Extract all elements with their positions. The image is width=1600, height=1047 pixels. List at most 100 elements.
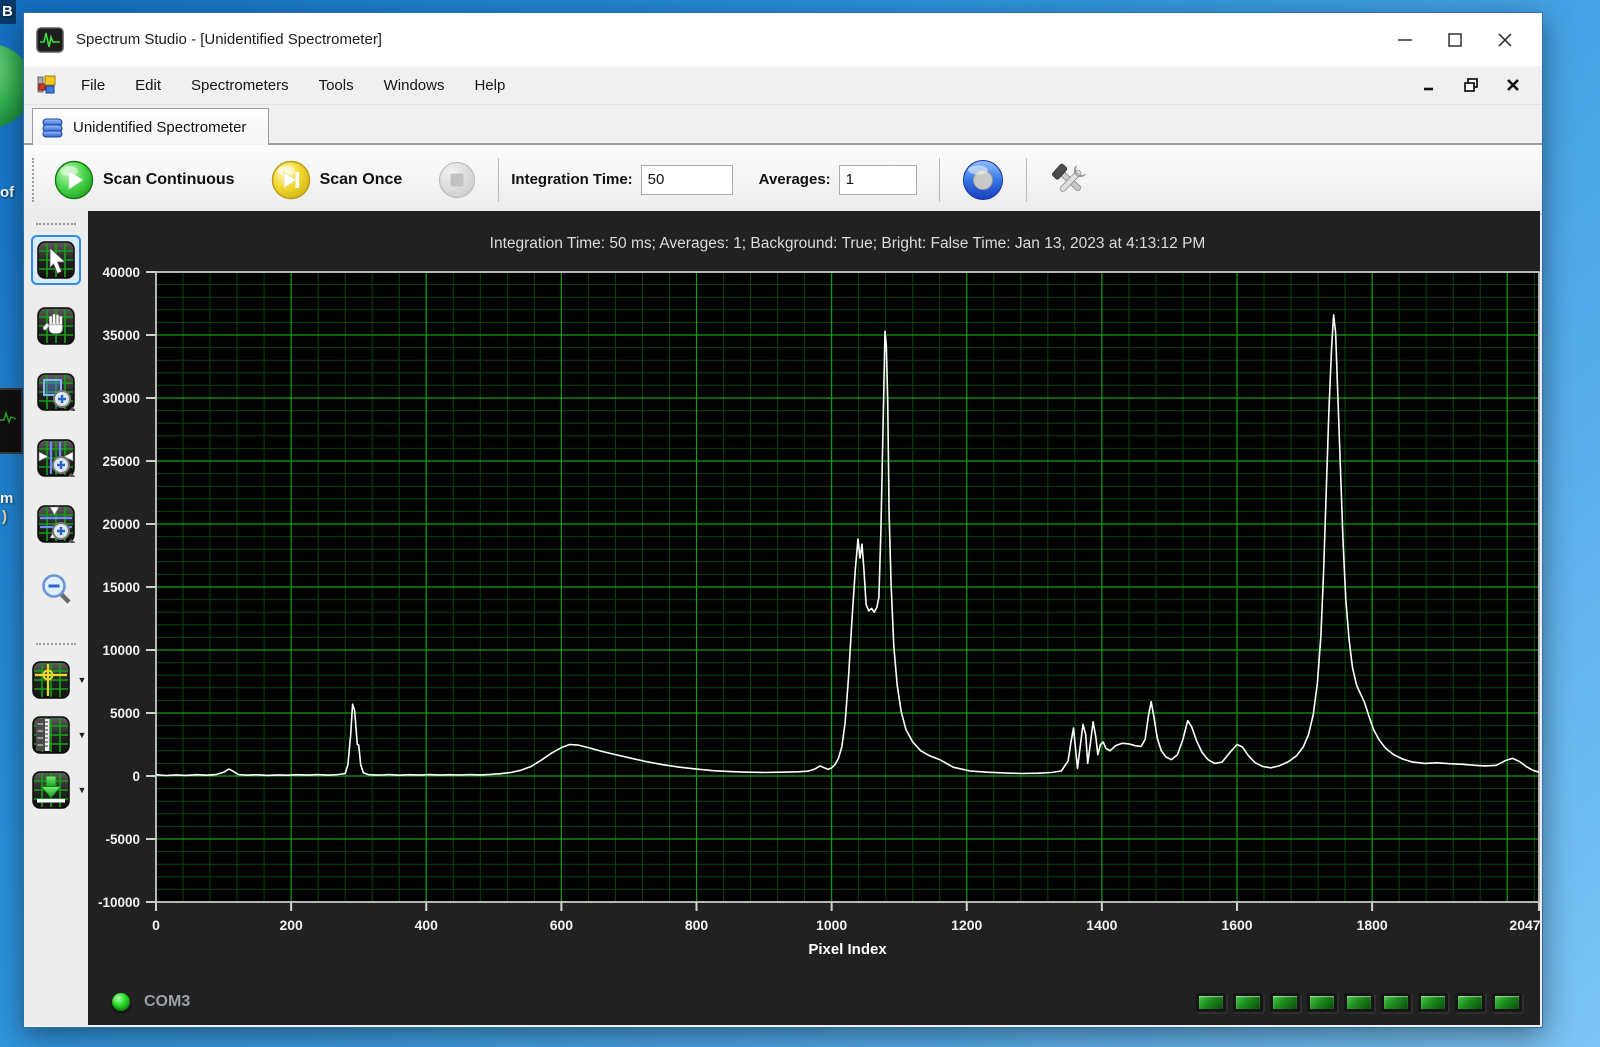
workspace: ▼ ▼ ▼ Integration Time: 50 ms; Averages:… — [24, 211, 1540, 1025]
y-tick-label: 0 — [132, 769, 140, 784]
crosshair-cursor-tool-button[interactable] — [26, 655, 76, 705]
save-download-icon — [31, 771, 70, 809]
status-led — [1381, 992, 1411, 1012]
stop-button[interactable] — [428, 155, 486, 205]
y-tick-label: 25000 — [102, 454, 140, 469]
chart-toolstrip: ▼ ▼ ▼ — [24, 211, 88, 1025]
spectrum-plot[interactable]: 4000035000300002500020000150001000050000… — [88, 211, 1540, 971]
zoom-vertical-tool-button[interactable] — [31, 499, 81, 549]
dropdown-arrow-icon[interactable]: ▼ — [78, 785, 87, 795]
dropdown-arrow-icon[interactable]: ▼ — [78, 730, 87, 740]
averages-label: Averages: — [758, 171, 831, 188]
tools-icon — [1051, 163, 1086, 192]
play-icon — [54, 160, 94, 199]
save-tool-button[interactable] — [26, 765, 76, 815]
status-led — [1270, 992, 1300, 1012]
tab-unidentified-spectrometer[interactable]: Unidentified Spectrometer — [32, 108, 270, 145]
toolstrip-separator — [36, 643, 76, 645]
desktop-icon-label: m — [0, 490, 14, 507]
x-tick-label: 1400 — [1086, 917, 1117, 933]
title-bar[interactable]: Spectrum Studio - [Unidentified Spectrom… — [24, 13, 1542, 66]
x-tick-label: 1800 — [1357, 917, 1388, 933]
mdi-close-button[interactable] — [1502, 74, 1524, 96]
zoom-out-tool-button[interactable] — [31, 565, 81, 615]
y-tick-label: 15000 — [102, 580, 140, 595]
desktop-icon-label: ) — [2, 508, 7, 525]
y-tick-label: -5000 — [105, 832, 140, 847]
integration-time-input[interactable] — [640, 164, 733, 195]
settings-tools-button[interactable] — [1039, 153, 1101, 207]
scan-continuous-button[interactable]: Scan Continuous — [44, 154, 245, 206]
y-tick-label: 20000 — [102, 517, 140, 532]
mdi-minimize-icon — [1424, 87, 1433, 91]
x-tick-label: 800 — [685, 917, 709, 933]
integration-time-label: Integration Time: — [511, 171, 633, 188]
x-tick-label: 1200 — [951, 917, 982, 933]
averages-input[interactable] — [838, 164, 917, 195]
status-led — [1455, 992, 1485, 1012]
hand-icon — [37, 307, 75, 345]
menu-item-file[interactable]: File — [66, 71, 120, 100]
select-cursor-tool-button[interactable] — [31, 235, 81, 285]
mdi-restore-button[interactable] — [1460, 74, 1482, 96]
close-icon — [1498, 32, 1512, 47]
app-icon — [36, 26, 64, 53]
toolstrip-grip[interactable] — [36, 223, 76, 225]
scan-once-button[interactable]: Scan Once — [261, 154, 413, 206]
status-led — [1233, 992, 1263, 1012]
menu-item-tools[interactable]: Tools — [304, 71, 369, 100]
desktop-icon-label: B — [2, 3, 13, 20]
minimize-button[interactable] — [1382, 20, 1428, 60]
zoom-region-tool-button[interactable] — [31, 367, 81, 417]
status-led — [1492, 992, 1522, 1012]
x-tick-label: 0 — [152, 917, 160, 933]
pan-tool-button[interactable] — [31, 301, 81, 351]
y-tick-label: 35000 — [102, 328, 140, 343]
menu-item-spectrometers[interactable]: Spectrometers — [176, 71, 304, 100]
toolbar-separator — [938, 157, 940, 202]
tab-strip: Unidentified Spectrometer — [24, 105, 1542, 145]
menu-item-help[interactable]: Help — [459, 71, 520, 100]
zoom-horizontal-icon — [37, 439, 75, 477]
zoom-horizontal-tool-button[interactable] — [31, 433, 81, 483]
scan-continuous-label: Scan Continuous — [103, 170, 235, 188]
mdi-child-icon — [37, 75, 56, 94]
skip-icon — [271, 160, 310, 199]
background-record-button[interactable] — [952, 153, 1014, 207]
menu-bar: File Edit Spectrometers Tools Windows Help — [24, 66, 1542, 105]
scale-ruler-icon — [31, 716, 70, 754]
close-button[interactable] — [1482, 20, 1528, 60]
led-bank — [1196, 992, 1522, 1012]
mdi-minimize-button[interactable] — [1418, 74, 1440, 96]
zoom-vertical-icon — [37, 505, 75, 543]
stop-icon — [439, 161, 476, 198]
dropdown-arrow-icon[interactable]: ▼ — [78, 675, 87, 685]
desktop: { "window": { "title": "Spectrum Studio … — [0, 0, 1600, 1047]
toolbar-separator — [498, 157, 500, 202]
y-tick-label: 5000 — [110, 706, 140, 721]
tab-label: Unidentified Spectrometer — [73, 118, 247, 136]
main-toolbar: Scan Continuous Scan Once Integration Ti… — [24, 145, 1542, 215]
status-led — [1196, 992, 1226, 1012]
y-tick-label: 40000 — [102, 265, 140, 280]
status-led — [1307, 992, 1337, 1012]
zoom-out-icon — [42, 574, 71, 604]
x-tick-label: 600 — [550, 917, 574, 933]
x-tick-label: 400 — [415, 917, 439, 933]
menu-item-windows[interactable]: Windows — [369, 71, 460, 100]
zoom-region-icon — [37, 373, 75, 411]
crosshair-icon — [31, 661, 70, 699]
maximize-button[interactable] — [1432, 20, 1478, 60]
y-tick-label: 10000 — [102, 643, 140, 658]
menu-items: File Edit Spectrometers Tools Windows Help — [66, 71, 520, 100]
toolbar-grip[interactable] — [32, 157, 34, 202]
mdi-restore-icon — [1464, 78, 1478, 92]
minimize-icon — [1398, 38, 1412, 41]
x-tick-label: 1000 — [816, 917, 847, 933]
x-tick-label: 200 — [279, 917, 303, 933]
com-port-label: COM3 — [144, 993, 191, 1010]
record-icon — [962, 159, 1003, 200]
x-axis-label: Pixel Index — [808, 941, 887, 958]
scale-tool-button[interactable] — [26, 710, 76, 760]
menu-item-edit[interactable]: Edit — [120, 71, 176, 100]
